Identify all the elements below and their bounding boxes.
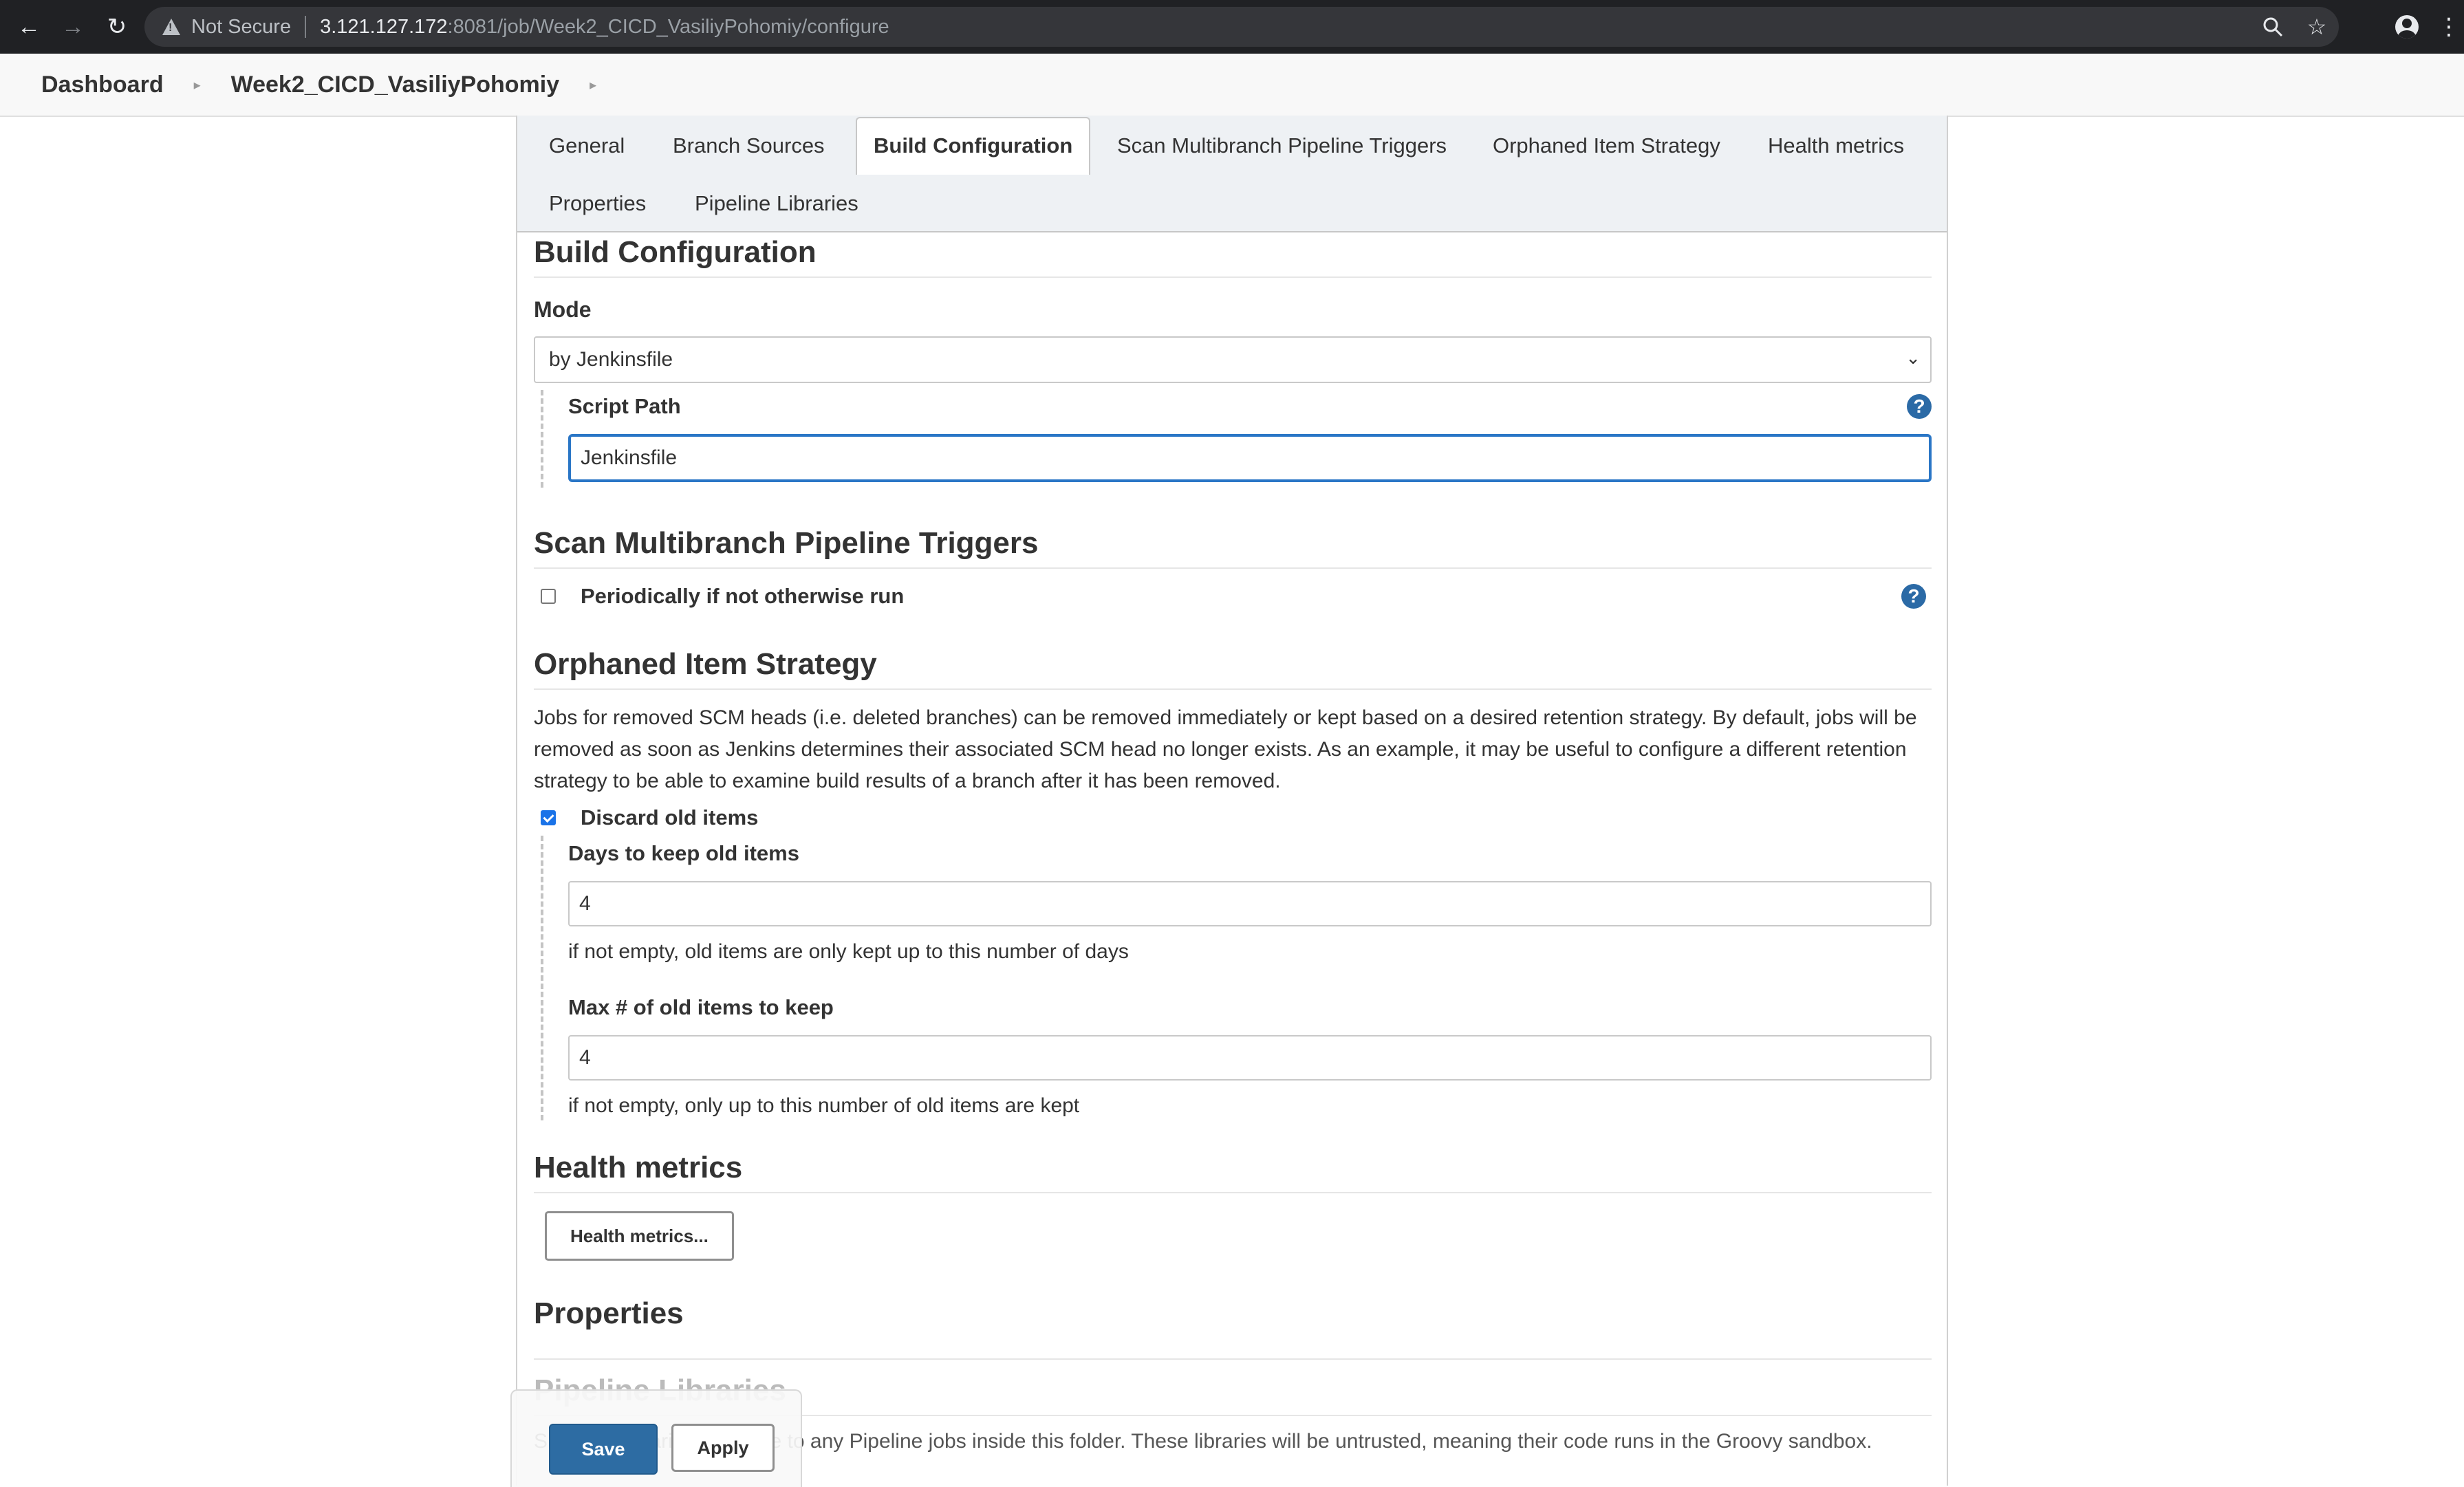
section-title-properties: Properties	[534, 1296, 684, 1330]
breadcrumb: Dashboard ▸ Week2_CICD_VasiliyPohomiy ▸	[0, 54, 2464, 117]
max-items-input[interactable]: 4	[568, 1035, 1932, 1081]
url-host: 3.121.127.172	[320, 15, 448, 38]
script-path-label: Script Path	[568, 394, 681, 418]
back-icon[interactable]: ←	[7, 0, 51, 54]
config-tabs: General Branch Sources Build Configurati…	[517, 116, 1947, 232]
section-title-orphaned-item-strategy: Orphaned Item Strategy	[534, 647, 1932, 690]
discard-row: Discard old items	[534, 805, 1932, 830]
chevron-right-icon[interactable]: ▸	[194, 76, 201, 94]
tab-orphaned-item-strategy[interactable]: Orphaned Item Strategy	[1476, 118, 1737, 173]
mode-select[interactable]: by Jenkinsfile ⌄	[534, 336, 1932, 383]
script-path-group: Script Path ? Jenkinsfile	[541, 390, 1932, 488]
days-value: 4	[579, 892, 591, 915]
help-icon[interactable]: ?	[1907, 394, 1932, 419]
section-title-scan-triggers: Scan Multibranch Pipeline Triggers	[534, 526, 1932, 569]
tab-health-metrics[interactable]: Health metrics	[1751, 118, 1921, 173]
chevron-down-icon: ⌄	[1905, 347, 1921, 368]
browser-toolbar: ← → ↻ Not Secure 3.121.127.172:8081/job/…	[0, 0, 2464, 54]
warning-icon	[162, 19, 180, 35]
discard-label[interactable]: Discard old items	[581, 805, 758, 830]
periodic-trigger-row: Periodically if not otherwise run ?	[534, 584, 1932, 609]
tab-build-configuration[interactable]: Build Configuration	[856, 117, 1091, 175]
tab-properties[interactable]: Properties	[532, 176, 662, 231]
divider	[305, 16, 307, 38]
days-hint: if not empty, old items are only kept up…	[568, 940, 1129, 963]
mode-label: Mode	[534, 297, 592, 322]
save-button[interactable]: Save	[549, 1424, 658, 1475]
url-path: :8081/job/Week2_CICD_VasiliyPohomiy/conf…	[447, 15, 889, 38]
address-bar[interactable]: Not Secure 3.121.127.172:8081/job/Week2_…	[144, 7, 2339, 47]
breadcrumb-dashboard[interactable]: Dashboard	[41, 72, 164, 98]
security-label: Not Secure	[191, 15, 292, 38]
mode-select-value: by Jenkinsfile	[549, 348, 673, 371]
days-input[interactable]: 4	[568, 881, 1932, 926]
section-title-health-metrics: Health metrics	[534, 1151, 1932, 1193]
help-icon[interactable]: ?	[1901, 584, 1926, 609]
config-panel: General Branch Sources Build Configurati…	[516, 116, 1948, 1486]
days-label: Days to keep old items	[568, 841, 799, 865]
script-path-value: Jenkinsfile	[581, 446, 678, 469]
profile-avatar-icon[interactable]	[2395, 15, 2419, 39]
discard-checkbox[interactable]	[541, 810, 556, 825]
menu-kebab-icon[interactable]: ⋮	[2434, 13, 2464, 41]
tab-scan-triggers[interactable]: Scan Multibranch Pipeline Triggers	[1101, 118, 1463, 173]
tab-pipeline-libraries[interactable]: Pipeline Libraries	[678, 176, 875, 231]
zoom-icon[interactable]	[2251, 7, 2295, 47]
script-path-input[interactable]: Jenkinsfile	[568, 434, 1932, 482]
periodic-label[interactable]: Periodically if not otherwise run	[581, 584, 904, 609]
max-items-value: 4	[579, 1046, 591, 1069]
reload-icon[interactable]: ↻	[95, 0, 139, 54]
apply-button[interactable]: Apply	[671, 1424, 775, 1472]
breadcrumb-job[interactable]: Week2_CICD_VasiliyPohomiy	[231, 72, 559, 98]
max-items-hint: if not empty, only up to this number of …	[568, 1094, 1080, 1117]
bookmark-star-icon[interactable]: ☆	[2295, 7, 2339, 47]
max-items-label: Max # of old items to keep	[568, 995, 834, 1019]
discard-options-group: Days to keep old items 4 if not empty, o…	[541, 836, 1932, 1120]
tab-branch-sources[interactable]: Branch Sources	[656, 118, 841, 173]
forward-icon[interactable]: →	[51, 0, 95, 54]
periodic-checkbox[interactable]	[541, 589, 556, 604]
tab-general[interactable]: General	[532, 118, 641, 173]
form-actions-bar: Save Apply	[510, 1389, 802, 1487]
health-metrics-button[interactable]: Health metrics...	[545, 1211, 734, 1261]
section-title-build-configuration: Build Configuration	[534, 235, 1932, 278]
chevron-right-icon[interactable]: ▸	[590, 76, 596, 94]
orphaned-description: Jobs for removed SCM heads (i.e. deleted…	[534, 706, 1917, 792]
